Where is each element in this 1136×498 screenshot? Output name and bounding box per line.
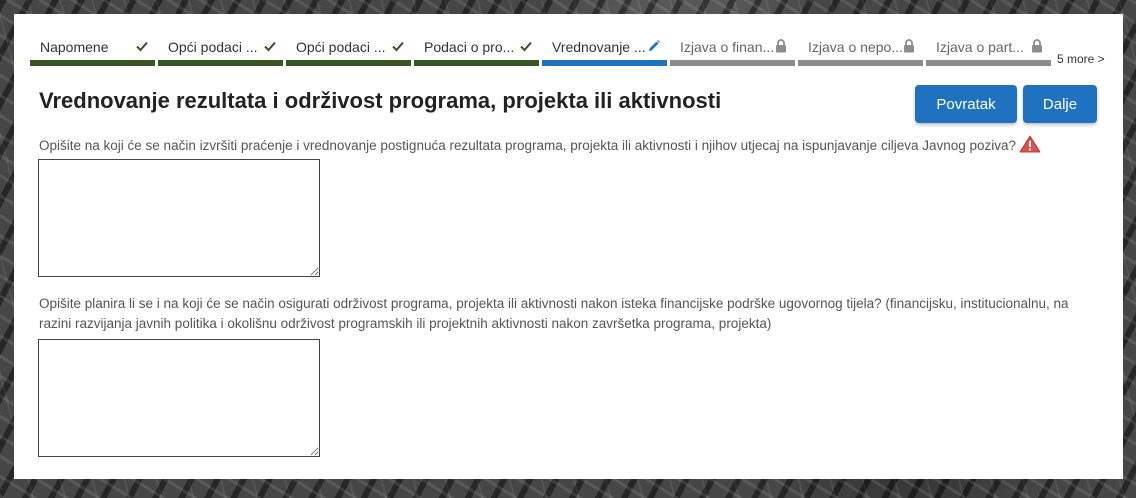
more-steps-link[interactable]: 5 more > — [1057, 52, 1105, 66]
step-label: Vrednovanje ... — [552, 39, 646, 55]
step-bar — [286, 60, 411, 66]
question-2-textarea[interactable] — [38, 339, 320, 457]
step-bar — [414, 60, 539, 66]
question-2-text: Opišite planira li se i na koji će se na… — [39, 296, 1069, 331]
question-1-textarea[interactable] — [38, 159, 320, 277]
step-3[interactable]: Opći podaci ... — [286, 38, 411, 68]
step-bar — [670, 60, 795, 66]
step-label: Izjava o nepo... — [808, 39, 903, 55]
step-progress: Napomene Opći podaci ... Opći podaci ...… — [30, 38, 1110, 86]
step-1[interactable]: Napomene — [30, 38, 155, 68]
step-7[interactable]: Izjava o nepo... — [798, 38, 923, 68]
step-8[interactable]: Izjava o part... — [926, 38, 1051, 68]
pencil-icon — [647, 39, 661, 55]
question-2: Opišite planira li se i na koji će se na… — [39, 294, 1099, 334]
step-label: Podaci o pro... — [424, 39, 515, 55]
step-label: Opći podaci ... — [296, 39, 386, 55]
step-4[interactable]: Podaci o pro... — [414, 38, 539, 68]
step-label: Izjava o finan... — [680, 39, 775, 55]
lock-icon — [1031, 39, 1045, 55]
question-1-text: Opišite na koji će se način izvršiti pra… — [39, 138, 1017, 153]
step-bar — [158, 60, 283, 66]
next-button[interactable]: Dalje — [1023, 85, 1097, 123]
step-2[interactable]: Opći podaci ... — [158, 38, 283, 68]
lock-icon — [775, 39, 789, 55]
question-1: Opišite na koji će se način izvršiti pra… — [39, 135, 1041, 159]
check-icon — [263, 39, 277, 55]
step-bar — [542, 60, 667, 66]
step-bar — [798, 60, 923, 66]
step-label: Izjava o part... — [936, 39, 1024, 55]
warning-icon — [1019, 135, 1041, 159]
check-icon — [391, 39, 405, 55]
lock-icon — [903, 39, 917, 55]
step-bar — [30, 60, 155, 66]
back-button[interactable]: Povratak — [915, 85, 1017, 123]
check-icon — [519, 39, 533, 55]
step-label: Napomene — [40, 39, 109, 55]
form-panel: Napomene Opći podaci ... Opći podaci ...… — [14, 14, 1123, 479]
step-5[interactable]: Vrednovanje ... — [542, 38, 667, 68]
page-title: Vrednovanje rezultata i održivost progra… — [39, 88, 722, 113]
step-label: Opći podaci ... — [168, 39, 258, 55]
step-6[interactable]: Izjava o finan... — [670, 38, 795, 68]
check-icon — [135, 39, 149, 55]
step-bar — [926, 60, 1051, 66]
